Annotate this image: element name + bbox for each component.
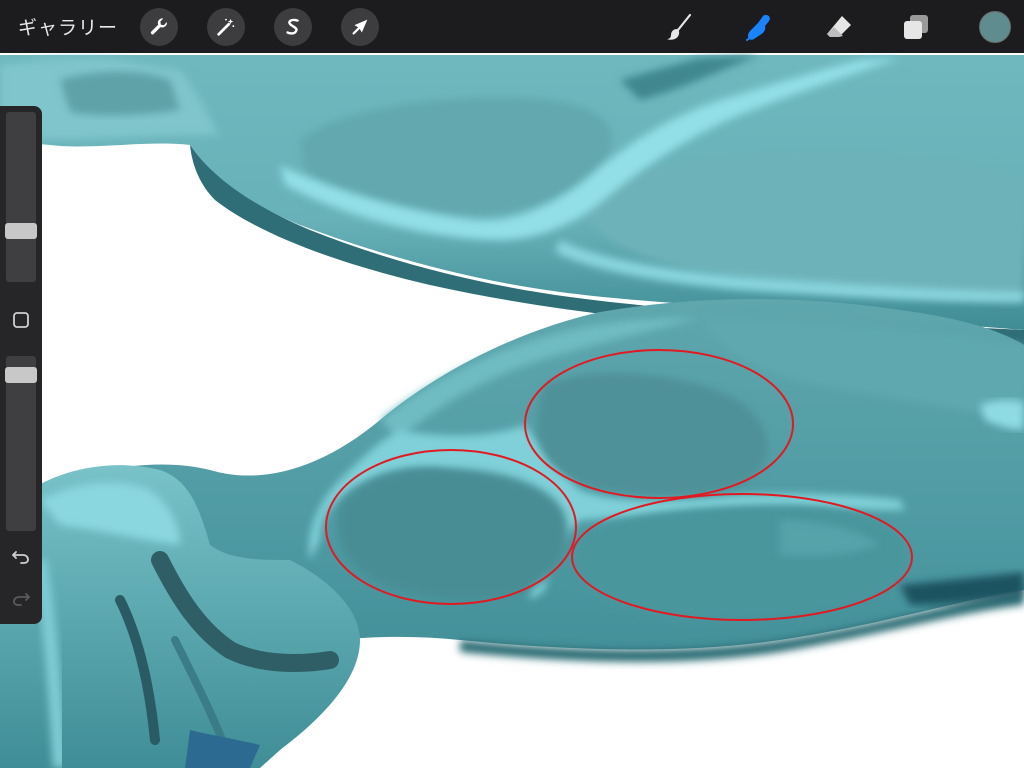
redo-button[interactable] [7, 584, 35, 612]
eraser-icon [827, 16, 851, 37]
undo-button[interactable] [7, 542, 35, 570]
smudge-finger-icon [746, 15, 770, 41]
selection-s-icon [286, 18, 299, 35]
transform-button[interactable] [341, 8, 379, 46]
drawing-canvas[interactable] [0, 0, 1024, 768]
paintbrush-icon [667, 13, 692, 40]
magic-wand-icon [217, 18, 235, 36]
square-icon [13, 312, 29, 328]
layers-button[interactable] [899, 10, 933, 44]
brush-size-slider[interactable] [5, 112, 37, 282]
actions-button[interactable] [140, 8, 178, 46]
brush-tool-button[interactable] [662, 10, 696, 44]
color-picker-button[interactable] [979, 11, 1011, 43]
modify-button[interactable] [7, 306, 35, 334]
selection-button[interactable] [274, 8, 312, 46]
undo-icon [12, 551, 29, 564]
top-toolbar: ギャラリー [0, 0, 1024, 53]
gallery-button[interactable]: ギャラリー [18, 13, 118, 40]
arrow-cursor-icon [352, 19, 368, 35]
brush-size-thumb[interactable] [5, 223, 37, 239]
adjustments-button[interactable] [207, 8, 245, 46]
layers-icon [904, 15, 928, 39]
redo-icon [13, 593, 30, 606]
left-sidebar [0, 106, 42, 624]
opacity-slider[interactable] [5, 356, 37, 531]
opacity-thumb[interactable] [5, 367, 37, 383]
smudge-tool-button[interactable] [742, 10, 776, 44]
eraser-tool-button[interactable] [822, 10, 856, 44]
wrench-icon [150, 18, 167, 35]
